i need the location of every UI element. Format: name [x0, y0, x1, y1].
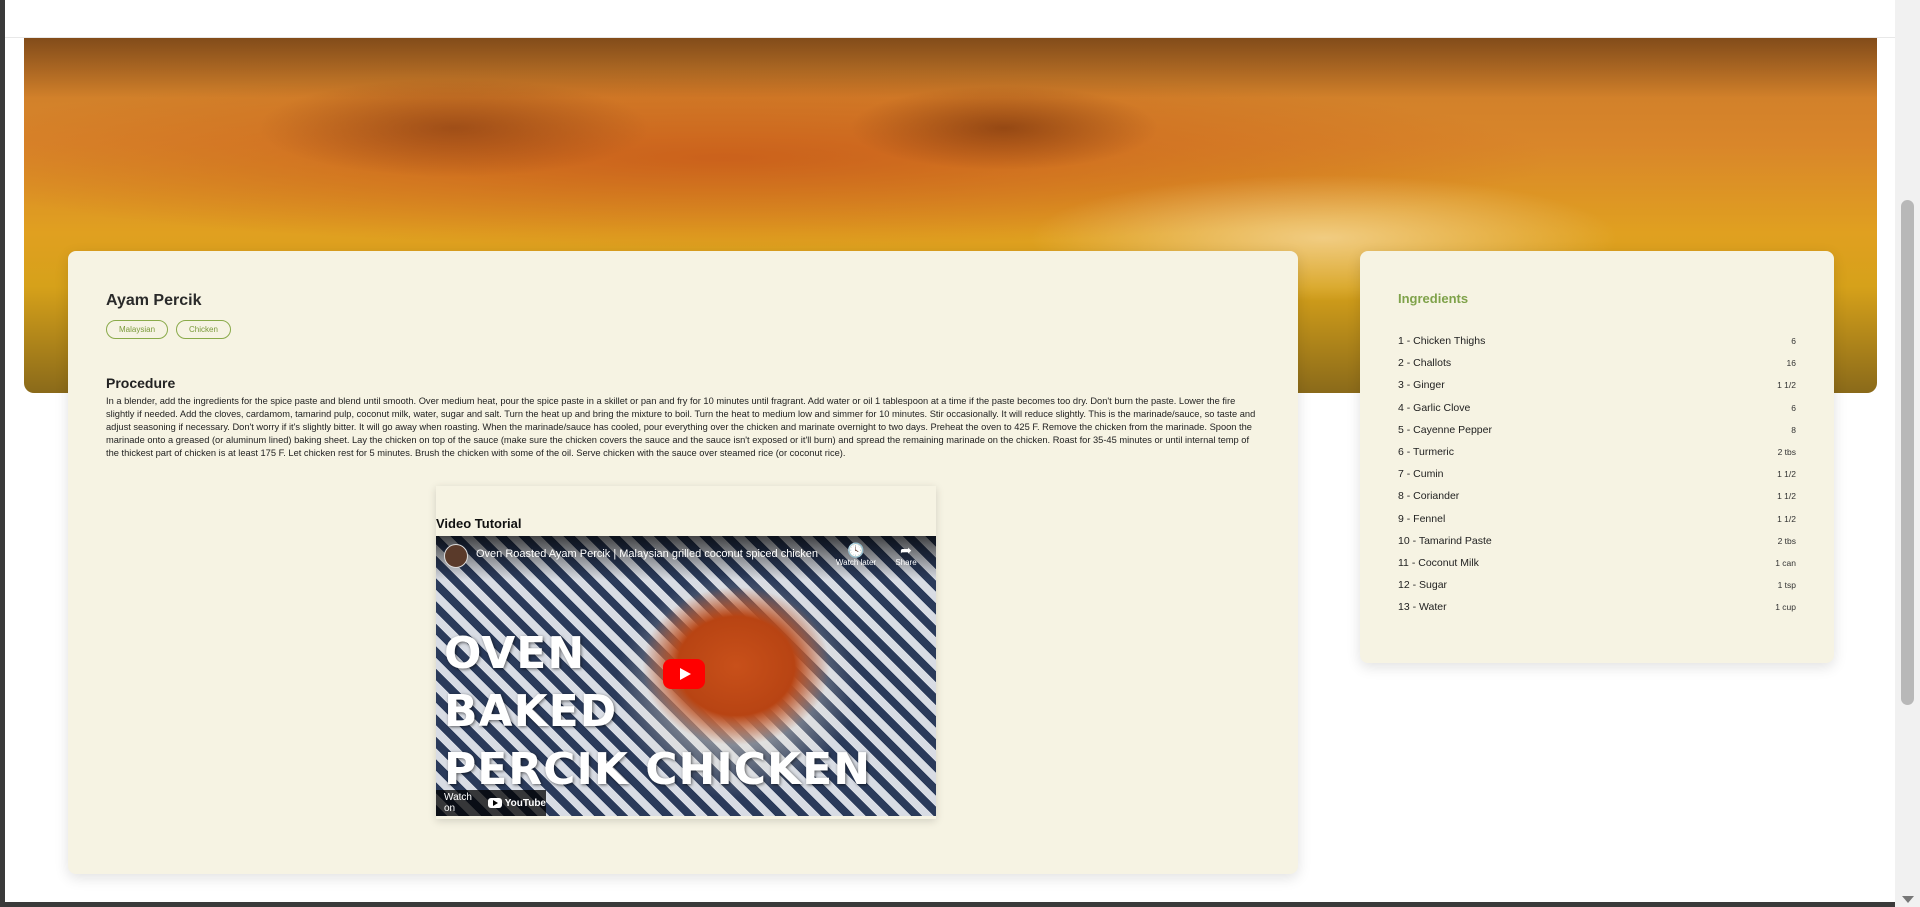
- watch-on-youtube-link[interactable]: Watch on YouTube: [436, 790, 546, 816]
- ingredients-list: 1 - Chicken Thighs 6 2 - Challots 16 3 - Gin…: [1398, 330, 1796, 618]
- ingredient-quantity: 1 1/2: [1777, 513, 1796, 524]
- youtube-embed[interactable]: Oven Roasted Ayam Percik | Malaysian gri…: [436, 536, 936, 816]
- ingredient-quantity: 1 1/2: [1777, 380, 1796, 391]
- scrollbar-thumb[interactable]: [1901, 200, 1914, 705]
- thumbnail-text-line-1: OVEN: [444, 628, 586, 679]
- ingredient-row: 7 - Cumin 1 1/2: [1398, 463, 1796, 485]
- ingredient-quantity: 6: [1791, 336, 1796, 347]
- ingredient-quantity: 1 1/2: [1777, 491, 1796, 502]
- ingredient-name: 7 - Cumin: [1398, 468, 1444, 481]
- video-section: Video Tutorial Oven Roasted Ayam Percik …: [436, 486, 936, 819]
- window-bottom-edge: [0, 902, 1895, 907]
- ingredient-quantity: 16: [1786, 358, 1796, 369]
- watch-on-label: Watch on: [444, 792, 472, 814]
- thumbnail-text-line-3: PERCIK CHICKEN: [444, 744, 872, 795]
- ingredient-quantity: 8: [1791, 424, 1796, 435]
- procedure-heading: Procedure: [106, 375, 176, 391]
- channel-avatar[interactable]: [444, 544, 468, 568]
- ingredient-name: 2 - Challots: [1398, 357, 1452, 370]
- ingredient-row: 13 - Water 1 cup: [1398, 596, 1796, 618]
- ingredient-row: 4 - Garlic Clove 6: [1398, 397, 1796, 419]
- play-button[interactable]: [663, 659, 705, 689]
- ingredient-quantity: 2 tbs: [1777, 447, 1796, 458]
- page-scrollbar[interactable]: [1895, 0, 1920, 907]
- thumbnail-text-line-2: BAKED: [444, 686, 618, 737]
- recipe-card: Ayam Percik Malaysian Chicken Procedure …: [68, 251, 1298, 874]
- ingredient-row: 3 - Ginger 1 1/2: [1398, 374, 1796, 396]
- procedure-text: In a blender, add the ingredients for th…: [106, 396, 1256, 458]
- ingredient-quantity: 1 tsp: [1777, 580, 1796, 591]
- ingredient-quantity: 2 tbs: [1777, 535, 1796, 546]
- ingredient-quantity: 1 cup: [1775, 602, 1796, 613]
- ingredient-row: 1 - Chicken Thighs 6: [1398, 330, 1796, 352]
- ingredient-name: 3 - Ginger: [1398, 379, 1445, 392]
- ingredient-name: 12 - Sugar: [1398, 579, 1448, 592]
- clock-icon: 🕓: [847, 542, 865, 558]
- tag-malaysian[interactable]: Malaysian: [106, 320, 169, 339]
- ingredients-heading: Ingredients: [1398, 291, 1469, 306]
- ingredient-name: 5 - Cayenne Pepper: [1398, 423, 1492, 436]
- ingredient-name: 6 - Turmeric: [1398, 446, 1455, 459]
- ingredient-name: 1 - Chicken Thighs: [1398, 335, 1486, 348]
- page-viewport: Ayam Percik Malaysian Chicken Procedure …: [5, 0, 1895, 902]
- ingredient-row: 5 - Cayenne Pepper 8: [1398, 419, 1796, 441]
- tag-chicken[interactable]: Chicken: [176, 320, 231, 339]
- watch-later-button[interactable]: 🕓 Watch later: [832, 542, 880, 567]
- top-navbar: [5, 0, 1895, 38]
- video-title[interactable]: Oven Roasted Ayam Percik | Malaysian gri…: [476, 548, 818, 560]
- ingredient-name: 4 - Garlic Clove: [1398, 401, 1471, 414]
- ingredient-quantity: 1 can: [1775, 557, 1796, 568]
- youtube-logo-icon: YouTube: [487, 797, 546, 809]
- ingredient-row: 6 - Turmeric 2 tbs: [1398, 441, 1796, 463]
- share-icon: ➦: [900, 542, 912, 558]
- ingredient-row: 9 - Fennel 1 1/2: [1398, 508, 1796, 530]
- recipe-title: Ayam Percik: [106, 292, 202, 309]
- ingredient-row: 10 - Tamarind Paste 2 tbs: [1398, 530, 1796, 552]
- ingredients-card: Ingredients 1 - Chicken Thighs 6 2 - Chall…: [1360, 251, 1834, 663]
- ingredient-row: 12 - Sugar 1 tsp: [1398, 574, 1796, 596]
- ingredient-name: 10 - Tamarind Paste: [1398, 534, 1492, 547]
- ingredient-name: 11 - Coconut Milk: [1398, 556, 1479, 569]
- watch-later-label: Watch later: [835, 558, 877, 567]
- ingredient-row: 8 - Coriander 1 1/2: [1398, 485, 1796, 507]
- ingredient-quantity: 1 1/2: [1777, 469, 1796, 480]
- share-label: Share: [895, 558, 917, 567]
- share-button[interactable]: ➦ Share: [882, 542, 930, 567]
- youtube-label: YouTube: [504, 797, 546, 809]
- ingredient-row: 11 - Coconut Milk 1 can: [1398, 552, 1796, 574]
- ingredient-name: 9 - Fennel: [1398, 512, 1446, 525]
- ingredient-quantity: 6: [1791, 402, 1796, 413]
- recipe-tags: Malaysian Chicken: [106, 320, 231, 339]
- video-heading: Video Tutorial: [436, 516, 522, 531]
- ingredient-name: 13 - Water: [1398, 601, 1447, 614]
- ingredient-row: 2 - Challots 16: [1398, 352, 1796, 374]
- ingredient-name: 8 - Coriander: [1398, 490, 1460, 503]
- scroll-down-arrow-icon[interactable]: [1902, 896, 1914, 903]
